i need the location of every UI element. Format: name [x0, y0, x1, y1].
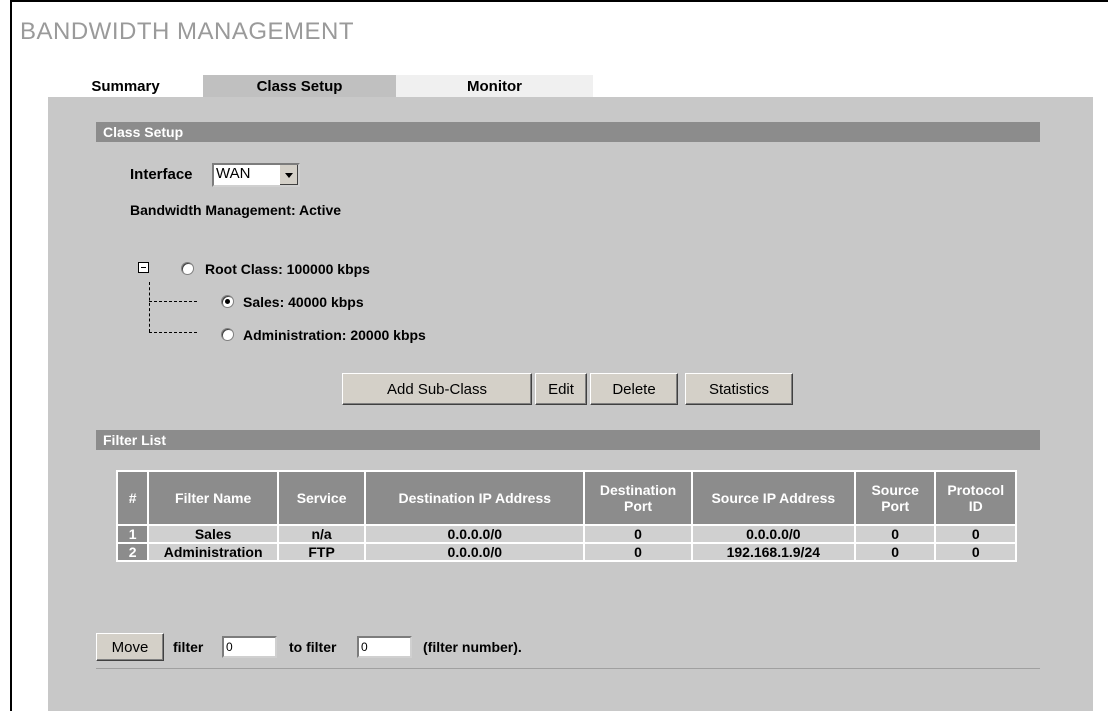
column-header: Protocol ID — [935, 471, 1016, 525]
table-row: 1 Sales n/a 0.0.0.0/0 0 0.0.0.0/0 0 0 — [117, 525, 1016, 543]
destination-port-cell: 0 — [584, 525, 692, 543]
tab-monitor[interactable]: Monitor — [396, 75, 593, 97]
source-ip-cell: 192.168.1.9/24 — [691, 543, 855, 561]
tree-connector — [149, 282, 150, 332]
filter-to-label: to filter — [289, 639, 337, 655]
source-ip-cell: 0.0.0.0/0 — [691, 525, 855, 543]
tab-summary[interactable]: Summary — [48, 75, 203, 97]
service-cell: FTP — [278, 543, 366, 561]
interface-value: WAN — [216, 165, 251, 182]
filter-number-hint: (filter number). — [423, 639, 522, 655]
page-title: BANDWIDTH MANAGEMENT — [20, 18, 354, 45]
filter-table: # Filter Name Service Destination IP Add… — [116, 470, 1017, 562]
edit-button[interactable]: Edit — [535, 373, 587, 405]
sales-class-radio[interactable] — [221, 295, 234, 308]
filter-name-cell: Administration — [148, 543, 278, 561]
protocol-id-cell: 0 — [935, 525, 1016, 543]
row-number: 1 — [117, 525, 149, 543]
column-header: Source Port — [854, 471, 936, 525]
administration-class-label: Administration: 20000 kbps — [243, 327, 426, 343]
interface-label: Interface — [130, 166, 193, 183]
tab-class-setup[interactable]: Class Setup — [203, 75, 396, 97]
column-header: Destination IP Address — [365, 471, 585, 525]
root-class-radio[interactable] — [181, 262, 194, 275]
source-port-cell: 0 — [854, 543, 936, 561]
filter-name-cell: Sales — [148, 525, 278, 543]
protocol-id-cell: 0 — [935, 543, 1016, 561]
column-header: Filter Name — [148, 471, 278, 525]
table-header-row: # Filter Name Service Destination IP Add… — [117, 471, 1016, 525]
root-class-label: Root Class: 100000 kbps — [205, 261, 370, 277]
filter-list-header: Filter List — [96, 430, 1040, 450]
administration-class-radio[interactable] — [221, 328, 234, 341]
row-number: 2 — [117, 543, 149, 561]
column-header: # — [117, 471, 149, 525]
class-setup-header: Class Setup — [96, 122, 1040, 142]
tree-branch — [149, 332, 197, 333]
chevron-down-icon[interactable] — [279, 165, 298, 185]
column-header: Source IP Address — [691, 471, 855, 525]
collapse-icon[interactable] — [138, 262, 149, 273]
tree-branch — [149, 301, 197, 302]
source-port-cell: 0 — [854, 525, 936, 543]
move-button[interactable]: Move — [96, 633, 164, 661]
filter-from-label: filter — [173, 639, 204, 655]
destination-ip-cell: 0.0.0.0/0 — [365, 543, 585, 561]
filter-from-input[interactable]: 0 — [222, 636, 277, 658]
column-header: Destination Port — [584, 471, 692, 525]
destination-ip-cell: 0.0.0.0/0 — [365, 525, 585, 543]
interface-select[interactable]: WAN — [212, 163, 300, 187]
delete-button[interactable]: Delete — [590, 373, 678, 405]
filter-to-input[interactable]: 0 — [357, 636, 412, 658]
add-sub-class-button[interactable]: Add Sub-Class — [342, 373, 532, 405]
statistics-button[interactable]: Statistics — [685, 373, 793, 405]
table-row: 2 Administration FTP 0.0.0.0/0 0 192.168… — [117, 543, 1016, 561]
divider — [96, 668, 1040, 669]
destination-port-cell: 0 — [584, 543, 692, 561]
sales-class-label: Sales: 40000 kbps — [243, 294, 364, 310]
service-cell: n/a — [278, 525, 366, 543]
bandwidth-status: Bandwidth Management: Active — [130, 202, 342, 218]
column-header: Service — [278, 471, 366, 525]
